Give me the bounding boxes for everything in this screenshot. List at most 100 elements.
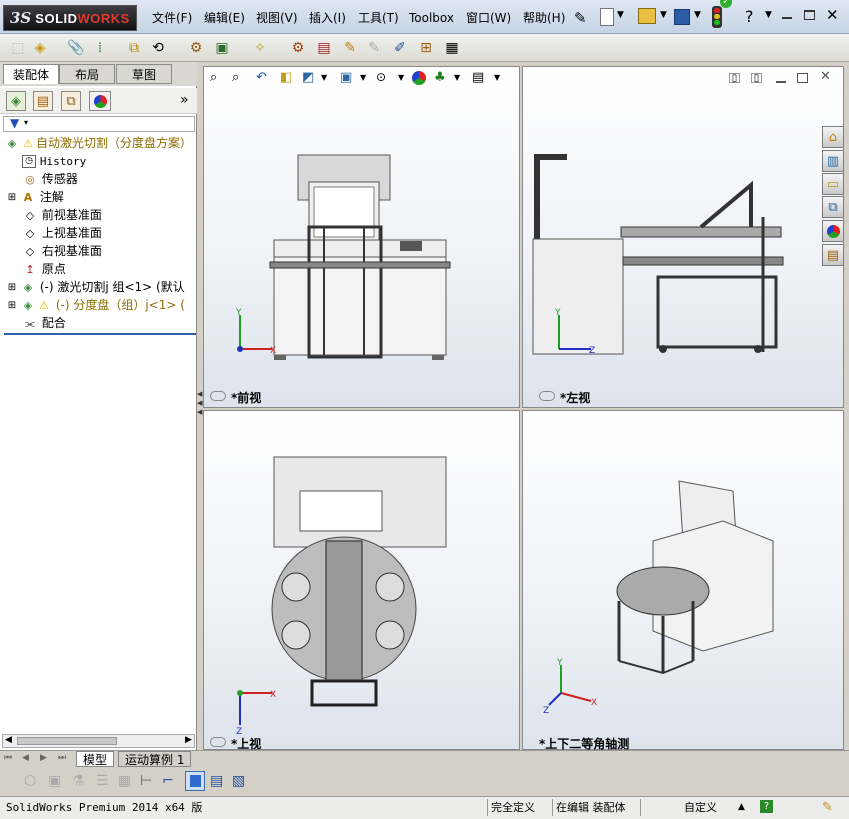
toggle-dimensions-icon[interactable]: ⊢ <box>140 773 152 789</box>
toggle-table-icon[interactable]: ▤ <box>210 773 223 789</box>
edit-appearance-icon[interactable] <box>412 71 426 85</box>
tree-item-root-assembly[interactable]: ◈ ⚠ 自动激光切割（分度盘方案） <box>4 134 192 152</box>
filter-dropdown-icon[interactable]: ▾ <box>24 118 28 127</box>
toggle-lines-icon[interactable]: ☰ <box>96 773 109 789</box>
scroll-right-icon[interactable]: ▶ <box>185 735 192 745</box>
menu-file[interactable]: 文件(F) <box>152 9 192 27</box>
mate-icon[interactable]: 📎 <box>66 38 86 58</box>
interference-icon[interactable]: ✎ <box>364 38 384 58</box>
custom-properties-icon[interactable]: ▤ <box>822 244 844 266</box>
zoom-to-fit-icon[interactable]: ⌕ <box>210 70 217 85</box>
filter-field[interactable]: ▼ ▾ <box>3 116 195 132</box>
view-settings-icon[interactable]: ▤ <box>472 70 484 85</box>
pattern-icon[interactable]: ⁞ <box>90 38 110 58</box>
open-folder-icon[interactable] <box>638 8 656 24</box>
scroll-left-icon[interactable]: ◀ <box>5 735 12 745</box>
displaymanager-tab-icon[interactable] <box>89 91 111 111</box>
panel-horizontal-scrollbar[interactable]: ◀ ▶ <box>2 734 195 748</box>
toggle-hidden-icon[interactable]: ▧ <box>232 773 245 789</box>
viewport-isometric[interactable]: Y X Z *上下二等角轴测 <box>522 410 844 751</box>
tab-assembly[interactable]: 装配体 <box>3 64 59 84</box>
rollback-bar[interactable] <box>4 333 196 335</box>
viewport-top[interactable]: X Z *上视 <box>203 410 520 751</box>
view-orientation-icon[interactable]: ▣ <box>340 70 352 85</box>
new-dropdown-icon[interactable]: ▼ <box>617 10 624 20</box>
dynamic-annotation-icon[interactable]: ◩ <box>302 70 314 85</box>
display-style-icon[interactable]: ⊙ <box>376 70 386 84</box>
tree-item-indexing-subassembly[interactable]: ⊞ ◈ ⚠ (-) 分度盘（组）j<1> ( <box>4 296 197 314</box>
close-icon[interactable]: ✕ <box>826 6 839 24</box>
restore-icon[interactable] <box>804 10 815 20</box>
tree-item-history[interactable]: ◷ History <box>22 152 86 170</box>
new-document-icon[interactable] <box>600 8 614 26</box>
dropdown-icon[interactable]: ▼ <box>360 73 366 82</box>
nav-last-icon[interactable]: ⏭ <box>58 753 66 763</box>
instant3d-icon[interactable]: ▦ <box>442 38 462 58</box>
toggle-shaded-icon[interactable] <box>185 771 205 791</box>
toggle-planes-icon[interactable]: ⬡ <box>24 773 36 789</box>
previous-view-icon[interactable]: ↶ <box>256 70 267 85</box>
viewport-split-v-icon[interactable]: ▯ <box>751 73 762 84</box>
status-custom[interactable]: 自定义 <box>684 799 717 816</box>
dropdown-icon[interactable]: ▼ <box>494 73 500 82</box>
open-dropdown-icon[interactable]: ▼ <box>660 10 667 20</box>
status-custom-arrow-icon[interactable]: ▲ <box>738 799 745 816</box>
help-dropdown-icon[interactable]: ▼ <box>765 10 772 20</box>
move-component-icon[interactable]: ⧉ <box>124 38 144 58</box>
menu-window[interactable]: 窗口(W) <box>466 9 511 27</box>
nav-next-icon[interactable]: ▶ <box>40 753 47 763</box>
menu-view[interactable]: 视图(V) <box>256 9 298 27</box>
menu-insert[interactable]: 插入(I) <box>309 9 346 27</box>
minimize-icon[interactable] <box>782 17 792 19</box>
tab-layout[interactable]: 布局 <box>59 64 115 84</box>
dropdown-icon[interactable]: ▼ <box>321 73 327 82</box>
bill-of-materials-icon[interactable]: ⚙ <box>288 38 308 58</box>
expand-plus-icon[interactable]: ⊞ <box>4 299 20 313</box>
view-palette-icon[interactable]: ⧉ <box>822 196 844 218</box>
zoom-area-icon[interactable]: ⌕ <box>232 70 239 85</box>
insert-component-icon[interactable]: ◈ <box>30 38 50 58</box>
section-view-icon[interactable]: ◧ <box>280 70 292 85</box>
appearances-scenes-icon[interactable] <box>822 220 844 242</box>
view-link-icon[interactable] <box>539 391 555 401</box>
scrollbar-thumb[interactable] <box>17 737 117 745</box>
solidworks-logo[interactable]: 3S SOLIDWORKS <box>3 5 137 31</box>
view-link-icon[interactable] <box>210 391 226 401</box>
tab-model[interactable]: 模型 <box>76 751 115 767</box>
clearance-icon[interactable]: ✐ <box>390 38 410 58</box>
toggle-points-icon[interactable]: ⚗ <box>72 773 85 789</box>
viewport-restore-icon[interactable] <box>797 73 808 83</box>
nav-prev-icon[interactable]: ◀ <box>22 753 29 763</box>
apply-scene-icon[interactable]: ♣ <box>434 70 446 85</box>
design-library-icon[interactable]: ▥ <box>822 150 844 172</box>
view-link-icon[interactable] <box>210 737 226 747</box>
status-tag-icon[interactable]: ✎ <box>822 799 833 816</box>
dropdown-icon[interactable]: ▼ <box>398 73 404 82</box>
menu-edit[interactable]: 编辑(E) <box>204 9 245 27</box>
tree-item-origin[interactable]: ↥ 原点 <box>22 260 65 278</box>
viewport-split-h-icon[interactable]: ▯ <box>729 73 740 84</box>
configurationmanager-tab-icon[interactable]: ⧉ <box>61 91 81 111</box>
rebuild-traffic-light-icon[interactable] <box>712 6 722 28</box>
viewport-left[interactable]: Y Z *左视 ▯ ▯ ✕ <box>522 66 844 408</box>
tree-item-right-plane[interactable]: ◇ 右视基准面 <box>22 242 102 260</box>
explode-line-icon[interactable]: ✎ <box>340 38 360 58</box>
tree-item-annotations[interactable]: ⊞ A 注解 <box>4 188 64 206</box>
show-hidden-icon[interactable]: ⟲ <box>148 38 168 58</box>
tab-sketch[interactable]: 草图 <box>116 64 172 84</box>
reference-geometry-icon[interactable]: ▣ <box>212 38 232 58</box>
viewport-close-icon[interactable]: ✕ <box>820 69 831 84</box>
viewport-minimize-icon[interactable] <box>776 81 786 83</box>
expand-plus-icon[interactable]: ⊞ <box>4 281 20 295</box>
solidworks-resources-icon[interactable]: ⌂ <box>822 126 844 148</box>
menu-tools[interactable]: 工具(T) <box>358 9 399 27</box>
save-dropdown-icon[interactable]: ▼ <box>694 10 701 20</box>
assembly-icon[interactable]: ⬚ <box>8 38 28 58</box>
expand-panel-icon[interactable]: » <box>180 92 189 108</box>
assembly-features-icon[interactable]: ⚙ <box>186 38 206 58</box>
exploded-view-icon[interactable]: ▤ <box>314 38 334 58</box>
toggle-axes-icon[interactable]: ▣ <box>48 773 61 789</box>
menu-help[interactable]: 帮助(H) <box>523 9 565 27</box>
featuremanager-tab-icon[interactable]: ◈ <box>6 91 26 111</box>
toggle-grid-icon[interactable]: ▦ <box>118 773 131 789</box>
